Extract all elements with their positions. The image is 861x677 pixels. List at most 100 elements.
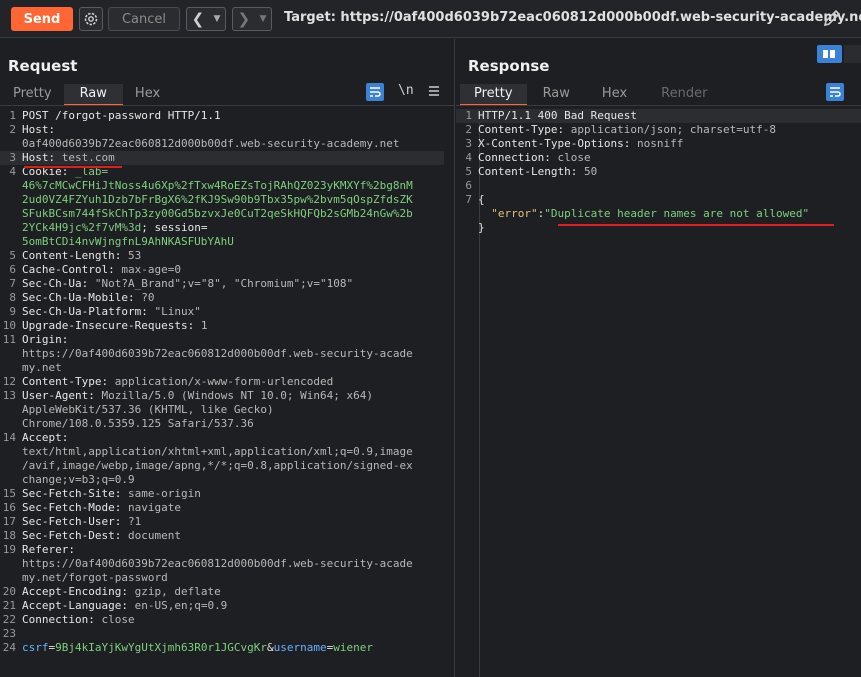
line-number: 21	[2, 599, 16, 612]
editor-line[interactable]: 17 Sec-Fetch-User: ?1	[0, 515, 444, 529]
send-button[interactable]: Send	[11, 7, 73, 31]
token-hn: Sec-Fetch-User:	[22, 515, 128, 528]
editor-line[interactable]: 5 Content-Length: 53	[0, 249, 444, 263]
token-hn: Content-Length:	[478, 165, 584, 178]
token-hv: application/json; charset=utf-8	[570, 123, 777, 136]
editor-line[interactable]: 13 User-Agent: Mozilla/5.0 (Windows NT 10…	[0, 389, 444, 403]
editor-line[interactable]: 5 Content-Length: 50	[456, 165, 861, 179]
settings-gear-button[interactable]	[79, 7, 103, 31]
editor-line[interactable]: 22 Connection: close	[0, 613, 444, 627]
line-number: 12	[2, 375, 16, 388]
hamburger-icon	[429, 86, 439, 96]
line-number	[0, 193, 22, 207]
editor-line[interactable]: 14 Accept:	[0, 431, 444, 445]
editor-line[interactable]: 7 Sec-Ch-Ua: "Not?A_Brand";v="8", "Chromi…	[0, 277, 444, 291]
line-content: Content-Type: application/json; charset=…	[478, 123, 776, 137]
request-panel: Request Pretty Raw Hex \n 1 POST /forgot-…	[0, 39, 455, 677]
editor-line[interactable]: change;v=b3;q=0.9	[0, 473, 444, 487]
editor-line[interactable]: 11 Origin:	[0, 333, 444, 347]
editor-line[interactable]: my.net/forgot-password	[0, 571, 444, 585]
line-content: User-Agent: Mozilla/5.0 (Windows NT 10.0…	[22, 389, 373, 403]
response-pretty-toggle[interactable]	[826, 83, 844, 101]
editor-line[interactable]: 8 Sec-Ch-Ua-Mobile: ?0	[0, 291, 444, 305]
cancel-button[interactable]: Cancel	[108, 7, 180, 31]
editor-line[interactable]: SFukBCsm744fSkChTp3zy00Gd5bzvxJe0CuT2qeS…	[0, 207, 444, 221]
token-hv: https://0af400d6039b72eac060812d000b00df…	[22, 347, 413, 360]
token-hn: Sec-Fetch-Dest:	[22, 529, 128, 542]
target-url[interactable]: Target: https://0af400d6039b72eac060812d…	[284, 10, 861, 25]
editor-line[interactable]: 12 Content-Type: application/x-www-form-u…	[0, 375, 444, 389]
request-tab-raw[interactable]: Raw	[63, 84, 123, 106]
editor-line[interactable]: 2YCk4H9jc%2f7vM%3d; session=	[0, 221, 444, 235]
editor-line[interactable]: 15 Sec-Fetch-Site: same-origin	[0, 487, 444, 501]
token-hv: ?1	[127, 515, 142, 528]
token-pname: csrf	[22, 641, 49, 654]
editor-line[interactable]: 46%7cMCwCFHiJtNoss4u6Xp%2fTxw4RoEZsTojRA…	[0, 179, 444, 193]
pretty-print-toggle[interactable]	[366, 83, 384, 101]
editor-line[interactable]: Chrome/108.0.5359.125 Safari/537.36	[0, 417, 444, 431]
editor-line[interactable]: 24 csrf=9Bj4kIaYjKwYgUtXjmh63R0r1JGCvgKr&…	[0, 641, 444, 655]
editor-line[interactable]: 18 Sec-Fetch-Dest: document	[0, 529, 444, 543]
split-view-icon[interactable]	[817, 45, 842, 63]
request-tab-pretty[interactable]: Pretty	[1, 84, 64, 106]
line-content: text/html,application/xhtml+xml,applicat…	[22, 445, 413, 459]
newline-toggle[interactable]: \n	[398, 83, 414, 98]
layout-toggle[interactable]	[817, 45, 861, 63]
token-hn: Accept-Encoding:	[22, 585, 135, 598]
editor-line[interactable]: 6 Cache-Control: max-age=0	[0, 263, 444, 277]
token-hv: my.net	[22, 361, 62, 374]
editor-line[interactable]: 2ud0VZ4FZYuh1Dzb7bFrBgX6%2fKJ9Sw90b9Tbx3…	[0, 193, 444, 207]
editor-line[interactable]: 10 Upgrade-Insecure-Requests: 1	[0, 319, 444, 333]
editor-line[interactable]: /avif,image/webp,image/apng,*/*;q=0.8,ap…	[0, 459, 444, 473]
token-hv: 50	[583, 165, 598, 178]
editor-line[interactable]: 16 Sec-Fetch-Mode: navigate	[0, 501, 444, 515]
editor-line[interactable]: https://0af400d6039b72eac060812d000b00df…	[0, 347, 444, 361]
line-content: "error":"Duplicate header names are not …	[478, 207, 809, 221]
editor-line[interactable]: 19 Referer:	[0, 543, 444, 557]
wrap-lines-icon	[370, 87, 381, 97]
editor-line[interactable]: 4 Connection: close	[456, 151, 861, 165]
editor-line[interactable]: 6	[456, 179, 861, 193]
response-editor[interactable]: 1 HTTP/1.1 400 Bad Request 2 Content-Type: …	[456, 109, 861, 235]
editor-line[interactable]: 1 POST /forgot-password HTTP/1.1	[0, 109, 444, 123]
request-editor[interactable]: 1 POST /forgot-password HTTP/1.1 2 Host: 0af…	[0, 109, 444, 655]
editor-line[interactable]: text/html,application/xhtml+xml,applicat…	[0, 445, 444, 459]
line-content: Sec-Fetch-User: ?1	[22, 515, 141, 529]
token-hn: Accept-Language:	[22, 599, 135, 612]
editor-line[interactable]: 5omBtCDi4nvWjngfnL9AhNKASFUbYAhU	[0, 235, 444, 249]
editor-line[interactable]: AppleWebKit/537.36 (KHTML, like Gecko)	[0, 403, 444, 417]
forward-button[interactable]: ❯ ▼	[232, 7, 272, 31]
editor-line[interactable]: 23	[0, 627, 444, 641]
token-jkey: "error"	[491, 207, 538, 220]
editor-line[interactable]: 2 Host:	[0, 123, 444, 137]
response-tab-pretty[interactable]: Pretty	[460, 84, 527, 106]
editor-line[interactable]: 0af400d6039b72eac060812d000b00df.web-sec…	[0, 137, 444, 151]
line-number	[0, 361, 22, 375]
editor-line[interactable]: 7{	[456, 193, 861, 207]
editor-line[interactable]: https://0af400d6039b72eac060812d000b00df…	[0, 557, 444, 571]
editor-line[interactable]: 20 Accept-Encoding: gzip, deflate	[0, 585, 444, 599]
request-menu-button[interactable]	[427, 83, 441, 102]
response-tab-render[interactable]: Render	[643, 84, 725, 106]
editor-line[interactable]: 9 Sec-Ch-Ua-Platform: "Linux"	[0, 305, 444, 319]
token-hv: Mozilla/5.0 (Windows NT 10.0; Win64; x64…	[101, 389, 374, 402]
token-hv: test.com	[61, 151, 115, 164]
editor-line[interactable]: "error":"Duplicate header names are not …	[456, 207, 861, 221]
editor-line[interactable]: 3 X-Content-Type-Options: nosniff	[456, 137, 861, 151]
line-number: 4	[465, 151, 472, 164]
editor-line[interactable]: 21 Accept-Language: en-US,en;q=0.9	[0, 599, 444, 613]
line-number	[0, 347, 22, 361]
editor-line[interactable]: my.net	[0, 361, 444, 375]
edit-target-button[interactable]	[822, 8, 842, 32]
token-cookie: SFukBCsm744fSkChTp3zy00Gd5bzvxJe0CuT2qeS…	[22, 207, 413, 220]
line-number	[0, 221, 22, 235]
response-tab-raw[interactable]: Raw	[527, 84, 586, 106]
request-tab-hex[interactable]: Hex	[123, 84, 172, 106]
stacked-view-icon[interactable]	[843, 45, 861, 63]
editor-line[interactable]: 3 Host: test.com	[0, 151, 444, 165]
response-tab-hex[interactable]: Hex	[586, 84, 643, 106]
editor-line[interactable]: 1 HTTP/1.1 400 Bad Request	[456, 109, 861, 123]
back-button[interactable]: ❮ ▼	[186, 7, 226, 31]
annotation-underline-host	[24, 166, 122, 168]
editor-line[interactable]: 2 Content-Type: application/json; charset…	[456, 123, 861, 137]
